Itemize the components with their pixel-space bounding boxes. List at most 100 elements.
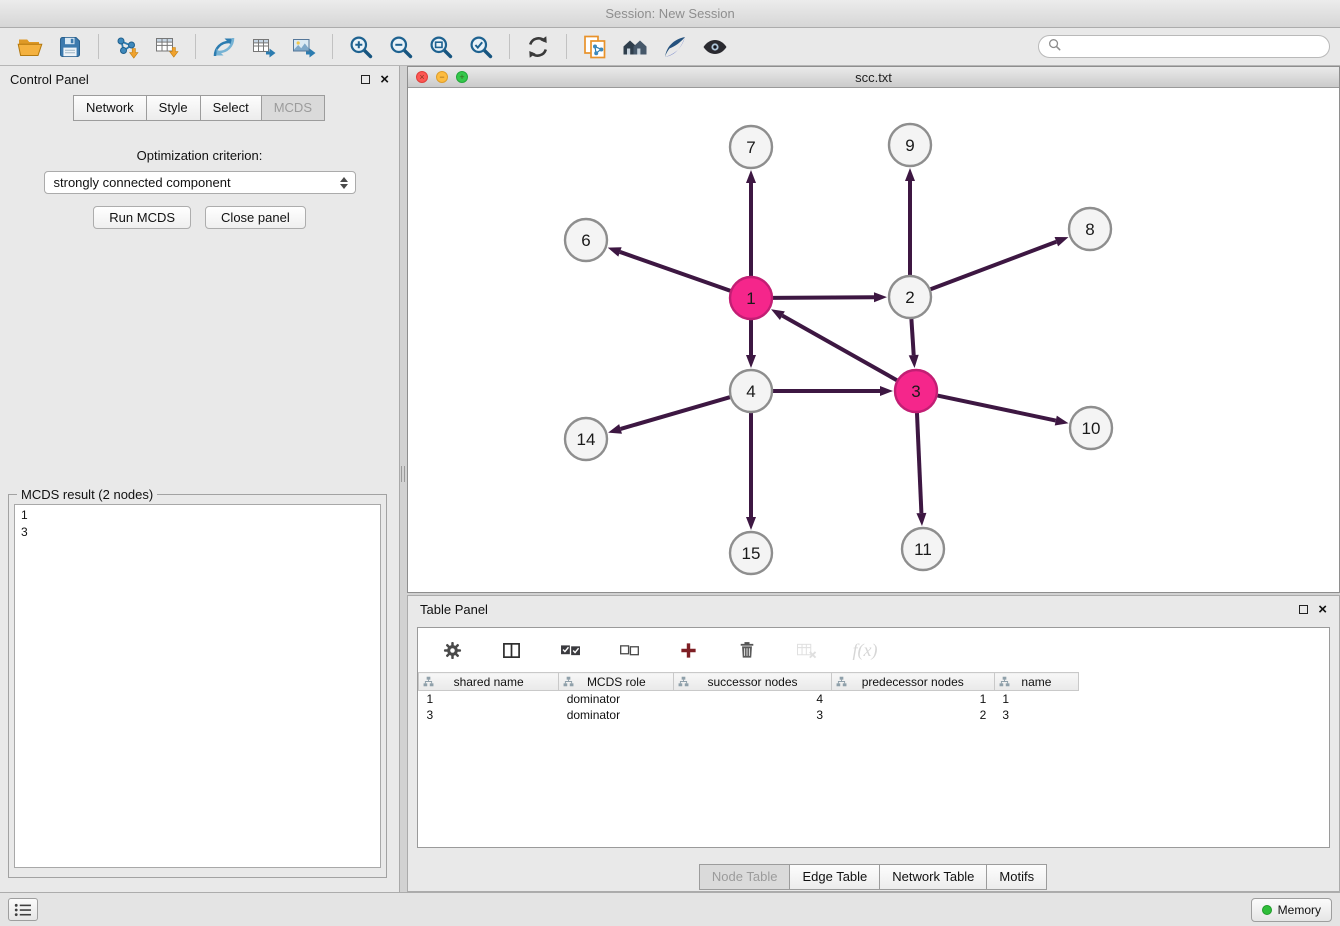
graph-edge-1-7[interactable] xyxy=(746,170,756,276)
graph-node-8[interactable]: 8 xyxy=(1069,208,1111,250)
graph-node-10[interactable]: 10 xyxy=(1070,407,1112,449)
splitter-handle[interactable] xyxy=(401,466,405,482)
node-table: shared nameMCDS rolesuccessor nodesprede… xyxy=(418,672,1079,723)
column-type-icon xyxy=(678,676,689,687)
close-table-panel-button[interactable]: × xyxy=(1318,602,1327,617)
show-graphics-details-button[interactable] xyxy=(695,31,735,63)
add-column-button[interactable] xyxy=(668,634,708,666)
network-canvas[interactable]: 7 9 6 8 1 2 4 3 14 10 15 11 xyxy=(408,88,1339,592)
graph-edge-4-3[interactable] xyxy=(773,386,893,396)
graph-edge-1-6[interactable] xyxy=(608,247,731,290)
optimization-criterion-label: Optimization criterion: xyxy=(0,148,399,163)
graph-node-6[interactable]: 6 xyxy=(565,219,607,261)
delete-column-button[interactable] xyxy=(727,634,767,666)
float-table-panel-button[interactable] xyxy=(1299,605,1308,614)
table-row[interactable]: 1dominator411 xyxy=(419,691,1079,707)
criterion-dropdown-value: strongly connected component xyxy=(54,175,231,190)
close-window-button[interactable]: × xyxy=(416,71,428,83)
network-window-titlebar[interactable]: × − + scc.txt xyxy=(408,67,1339,88)
graph-node-11[interactable]: 11 xyxy=(902,528,944,570)
graph-node-14[interactable]: 14 xyxy=(565,418,607,460)
table-tab-edge-table[interactable]: Edge Table xyxy=(789,864,880,890)
graph-edge-3-1[interactable] xyxy=(771,309,897,380)
table-cell[interactable]: 4 xyxy=(674,691,831,707)
export-table-button[interactable] xyxy=(244,31,284,63)
export-network-button[interactable] xyxy=(204,31,244,63)
deselect-all-icon xyxy=(619,644,640,657)
close-mcds-panel-button[interactable]: Close panel xyxy=(205,206,306,229)
panel-splitter[interactable] xyxy=(400,66,407,892)
graph-node-9[interactable]: 9 xyxy=(889,124,931,166)
table-cell[interactable]: 3 xyxy=(674,707,831,723)
save-session-button[interactable] xyxy=(50,31,90,63)
tab-style[interactable]: Style xyxy=(146,95,201,121)
zoom-out-button[interactable] xyxy=(381,31,421,63)
home-button[interactable] xyxy=(615,31,655,63)
table-tab-node-table[interactable]: Node Table xyxy=(699,864,791,890)
table-cell[interactable]: 3 xyxy=(994,707,1078,723)
table-cell[interactable]: 1 xyxy=(831,691,994,707)
window-titlebar[interactable]: Session: New Session xyxy=(0,0,1340,28)
style-brush-icon xyxy=(662,34,688,60)
graph-edge-3-10[interactable] xyxy=(938,396,1069,426)
import-network-button[interactable] xyxy=(107,31,147,63)
graph-node-15[interactable]: 15 xyxy=(730,532,772,574)
column-header-shared-name[interactable]: shared name xyxy=(419,673,559,691)
open-file-button[interactable] xyxy=(10,31,50,63)
graph-edge-1-2[interactable] xyxy=(773,292,887,302)
function-builder-icon: f(x) xyxy=(853,640,878,661)
memory-button[interactable]: Memory xyxy=(1251,898,1332,922)
search-input[interactable] xyxy=(1067,40,1320,54)
graph-edge-4-15[interactable] xyxy=(746,413,756,530)
graph-edge-2-9[interactable] xyxy=(905,168,915,275)
tab-select[interactable]: Select xyxy=(200,95,262,121)
tab-network[interactable]: Network xyxy=(73,95,147,121)
run-mcds-button[interactable]: Run MCDS xyxy=(93,206,191,229)
task-history-button[interactable] xyxy=(8,898,38,921)
clone-network-button[interactable] xyxy=(575,31,615,63)
graph-node-7[interactable]: 7 xyxy=(730,126,772,168)
select-all-columns-button[interactable] xyxy=(550,634,590,666)
zoom-selected-button[interactable] xyxy=(461,31,501,63)
graph-node-2[interactable]: 2 xyxy=(889,276,931,318)
graph-edge-3-11[interactable] xyxy=(916,413,926,526)
table-cell[interactable]: 1 xyxy=(994,691,1078,707)
export-image-button[interactable] xyxy=(284,31,324,63)
style-button[interactable] xyxy=(655,31,695,63)
zoom-in-button[interactable] xyxy=(341,31,381,63)
table-settings-button[interactable] xyxy=(432,634,472,666)
column-header-predecessor-nodes[interactable]: predecessor nodes xyxy=(831,673,994,691)
tab-mcds[interactable]: MCDS xyxy=(261,95,325,121)
graph-edge-1-4[interactable] xyxy=(746,320,756,368)
zoom-fit-button[interactable] xyxy=(421,31,461,63)
graph-node-3[interactable]: 3 xyxy=(895,370,937,412)
column-header-successor-nodes[interactable]: successor nodes xyxy=(674,673,831,691)
search-box[interactable] xyxy=(1038,35,1330,58)
column-header-MCDS-role[interactable]: MCDS role xyxy=(559,673,674,691)
table-cell[interactable]: 3 xyxy=(419,707,559,723)
deselect-all-columns-button[interactable] xyxy=(609,634,649,666)
graph-node-1[interactable]: 1 xyxy=(730,277,772,319)
gear-icon xyxy=(443,641,462,660)
graph-node-4[interactable]: 4 xyxy=(730,370,772,412)
table-tab-network-table[interactable]: Network Table xyxy=(879,864,987,890)
graph-edge-2-3[interactable] xyxy=(909,319,919,368)
import-table-button[interactable] xyxy=(147,31,187,63)
toggle-column-button[interactable] xyxy=(491,634,531,666)
table-cell[interactable]: dominator xyxy=(559,707,674,723)
float-control-panel-button[interactable] xyxy=(361,75,370,84)
column-header-name[interactable]: name xyxy=(994,673,1078,691)
zoom-window-button[interactable]: + xyxy=(456,71,468,83)
close-control-panel-button[interactable]: × xyxy=(380,72,389,87)
table-cell[interactable]: 1 xyxy=(419,691,559,707)
graph-edge-4-14[interactable] xyxy=(608,397,730,434)
table-row[interactable]: 3dominator323 xyxy=(419,707,1079,723)
table-tab-motifs[interactable]: Motifs xyxy=(986,864,1047,890)
table-cell[interactable]: dominator xyxy=(559,691,674,707)
mcds-result-text[interactable]: 1 3 xyxy=(14,504,381,868)
minimize-window-button[interactable]: − xyxy=(436,71,448,83)
graph-edge-2-8[interactable] xyxy=(931,237,1069,289)
criterion-dropdown[interactable]: strongly connected component xyxy=(44,171,356,194)
table-cell[interactable]: 2 xyxy=(831,707,994,723)
refresh-button[interactable] xyxy=(518,31,558,63)
